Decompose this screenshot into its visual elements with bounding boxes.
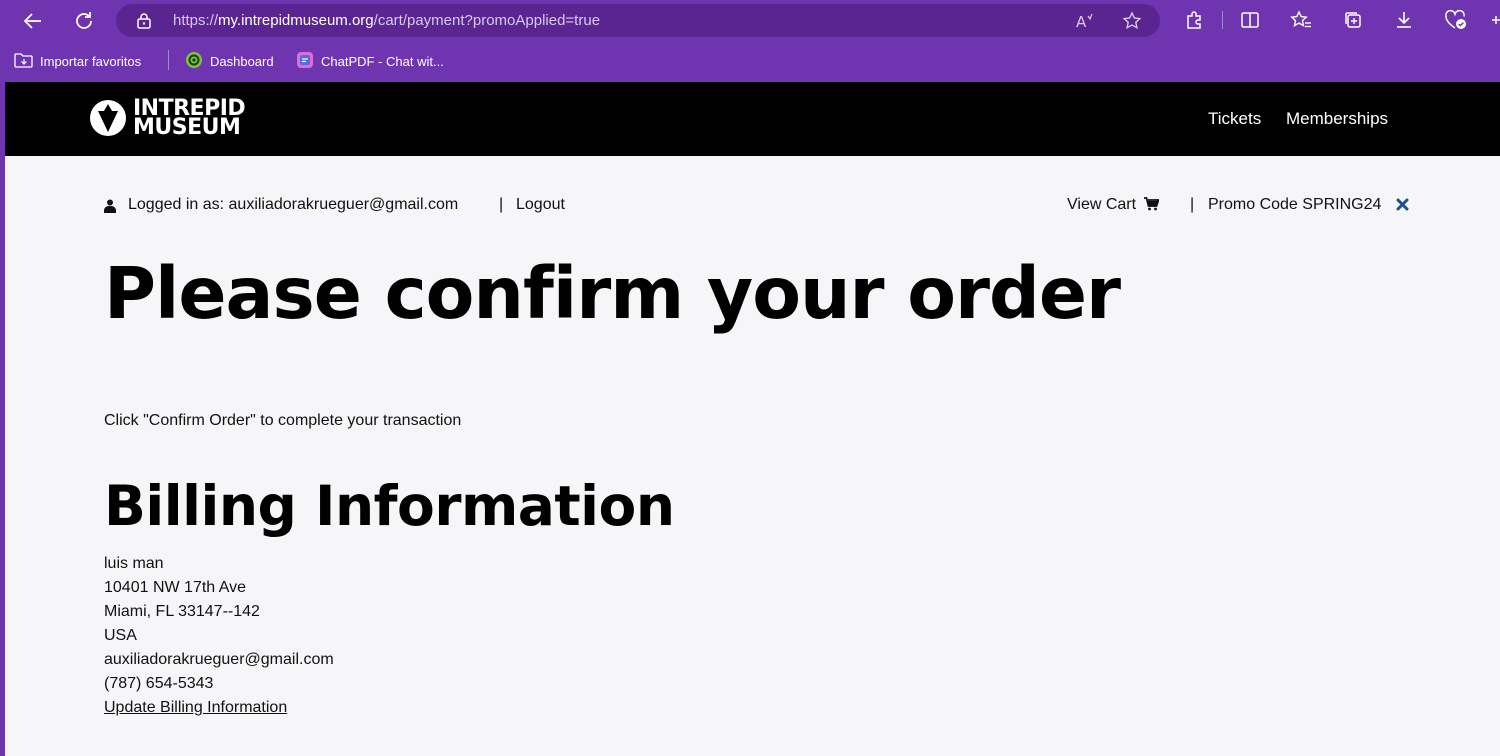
bookmark-import-favorites[interactable]: Importar favoritos bbox=[14, 51, 141, 71]
sidebar-toggle-icon[interactable] bbox=[1486, 7, 1500, 33]
promo-code-text: Promo Code SPRING24 bbox=[1208, 196, 1382, 213]
intrepid-logo-mark bbox=[90, 100, 126, 136]
dashboard-favicon bbox=[185, 51, 203, 72]
extensions-icon[interactable] bbox=[1181, 7, 1207, 33]
split-screen-icon[interactable] bbox=[1237, 7, 1263, 33]
lock-icon bbox=[136, 12, 152, 34]
read-aloud-icon[interactable]: A bbox=[1074, 10, 1096, 32]
userbar-divider: | bbox=[499, 196, 504, 213]
page-title: Please confirm your order bbox=[104, 252, 1121, 335]
billing-street: 10401 NW 17th Ave bbox=[104, 579, 247, 596]
svg-text:A: A bbox=[1076, 13, 1087, 30]
bookmarks-separator bbox=[168, 50, 169, 70]
browser-essentials-icon[interactable] bbox=[1443, 7, 1469, 33]
favorite-star-icon[interactable] bbox=[1121, 10, 1143, 32]
billing-country: USA bbox=[104, 627, 137, 644]
bookmark-label: Dashboard bbox=[210, 53, 274, 69]
view-cart-link[interactable]: View Cart bbox=[1067, 196, 1160, 216]
bookmark-label: Importar favoritos bbox=[40, 53, 142, 69]
nav-memberships[interactable]: Memberships bbox=[1286, 109, 1388, 129]
update-billing-link[interactable]: Update Billing Information bbox=[104, 696, 334, 720]
billing-details: luis man 10401 NW 17th Ave Miami, FL 331… bbox=[104, 552, 334, 720]
back-icon[interactable] bbox=[18, 6, 48, 36]
address-bar[interactable]: https://my.intrepidmuseum.org/cart/payme… bbox=[116, 4, 1160, 37]
confirm-instructions: Click "Confirm Order" to complete your t… bbox=[104, 412, 462, 429]
bookmark-label: ChatPDF - Chat wit... bbox=[321, 53, 444, 69]
logout-link[interactable]: Logout bbox=[516, 196, 565, 214]
web-page: INTREPID MUSEUM Tickets Memberships Logg… bbox=[5, 82, 1500, 756]
collections-icon[interactable] bbox=[1340, 7, 1366, 33]
site-header: INTREPID MUSEUM Tickets Memberships bbox=[5, 82, 1500, 156]
url-text: https://my.intrepidmuseum.org/cart/payme… bbox=[173, 12, 601, 29]
bookmarks-bar: Importar favoritos Dashboard ChatPDF - C… bbox=[0, 46, 1500, 76]
toolbar-separator bbox=[1222, 11, 1223, 29]
billing-heading: Billing Information bbox=[104, 474, 675, 538]
downloads-icon[interactable] bbox=[1391, 7, 1417, 33]
logo-line-2: MUSEUM bbox=[133, 115, 241, 140]
refresh-icon[interactable] bbox=[69, 6, 99, 36]
billing-phone: (787) 654-5343 bbox=[104, 675, 214, 692]
userbar-divider: | bbox=[1190, 196, 1195, 213]
billing-email: auxiliadorakrueguer@gmail.com bbox=[104, 651, 334, 668]
cart-icon bbox=[1143, 197, 1160, 216]
billing-city-line: Miami, FL 33147--142 bbox=[104, 603, 260, 620]
chatpdf-favicon bbox=[296, 51, 314, 72]
nav-tickets[interactable]: Tickets bbox=[1208, 109, 1261, 129]
browser-chrome: https://my.intrepidmuseum.org/cart/payme… bbox=[0, 0, 1500, 82]
bookmark-chatpdf[interactable]: ChatPDF - Chat wit... bbox=[296, 51, 444, 71]
intrepid-logo[interactable]: INTREPID MUSEUM bbox=[89, 98, 246, 140]
favorites-icon[interactable] bbox=[1288, 7, 1314, 33]
logged-in-text: Logged in as: auxiliadorakrueguer@gmail.… bbox=[128, 196, 459, 213]
folder-icon bbox=[14, 52, 33, 71]
user-icon bbox=[104, 199, 116, 218]
logo-wordmark: INTREPID MUSEUM bbox=[133, 98, 246, 140]
billing-name: luis man bbox=[104, 555, 164, 572]
bookmark-dashboard[interactable]: Dashboard bbox=[185, 51, 274, 71]
remove-promo-icon[interactable] bbox=[1396, 198, 1409, 216]
view-cart-label: View Cart bbox=[1067, 196, 1137, 213]
